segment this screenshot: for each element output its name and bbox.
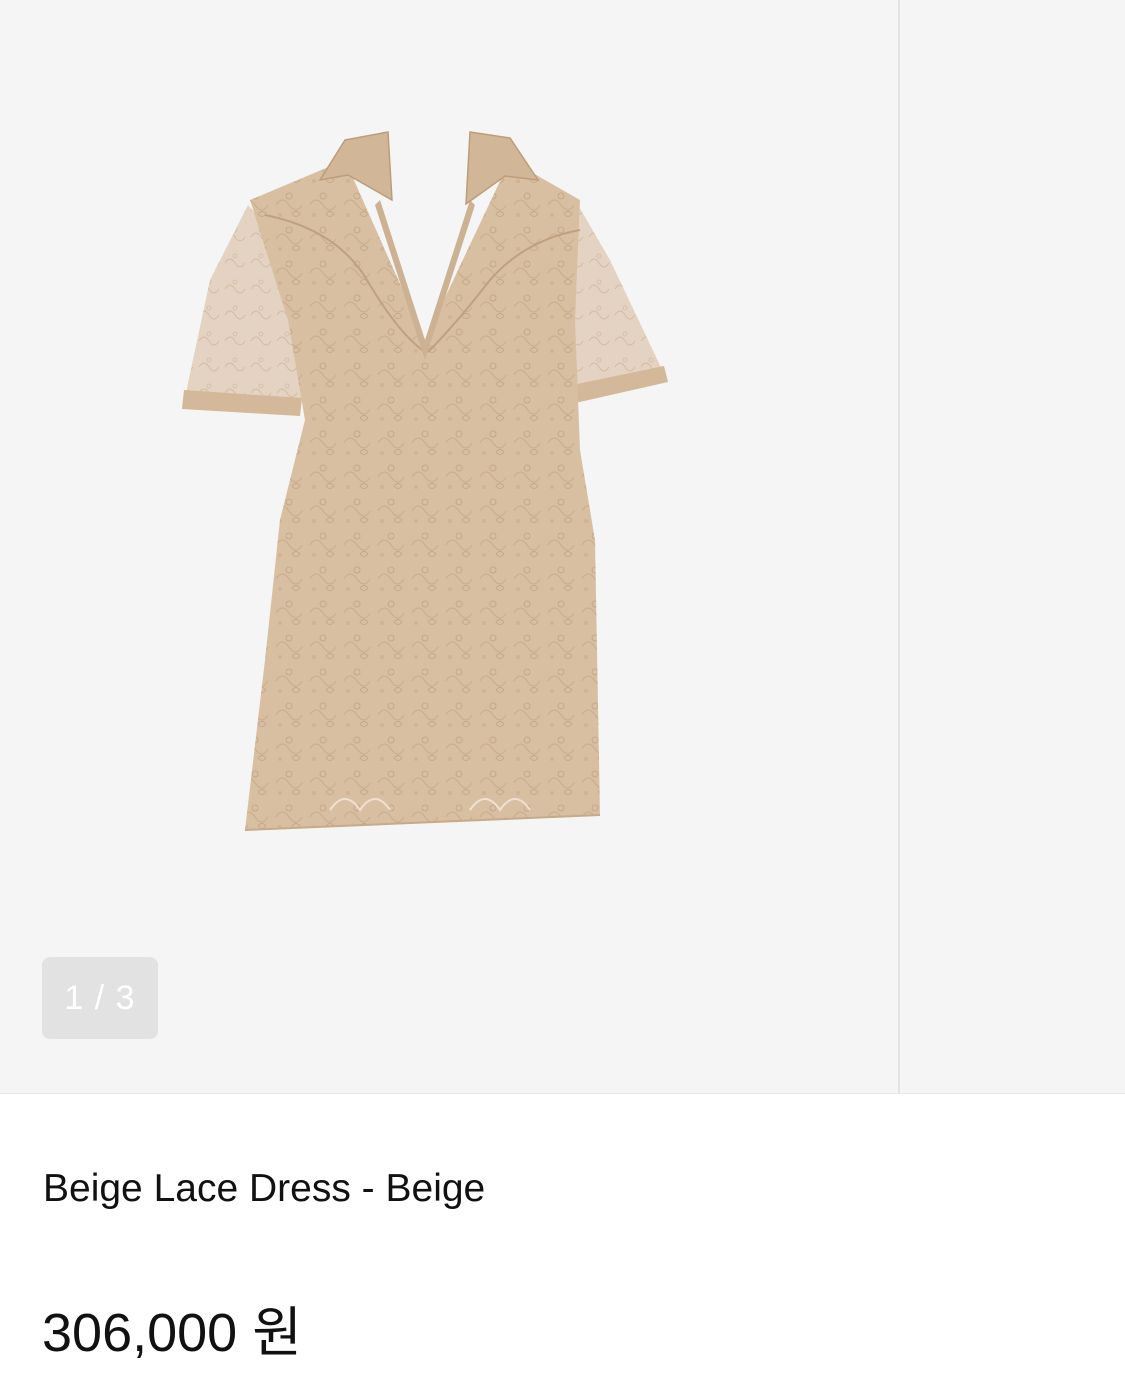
- product-image-gallery[interactable]: 1 / 3: [0, 0, 1125, 1094]
- product-price: 306,000 원: [42, 1288, 302, 1367]
- slide-counter-text: 1 / 3: [64, 978, 136, 1017]
- gallery-slide-next[interactable]: [900, 0, 1125, 1093]
- slide-counter: 1 / 3: [42, 957, 158, 1039]
- price-currency: 원: [252, 1301, 302, 1364]
- dress-image: [182, 131, 668, 831]
- price-amount: 306,000: [42, 1303, 238, 1363]
- gallery-slide-current[interactable]: 1 / 3: [0, 0, 898, 1093]
- product-title: Beige Lace Dress - Beige: [43, 1167, 486, 1210]
